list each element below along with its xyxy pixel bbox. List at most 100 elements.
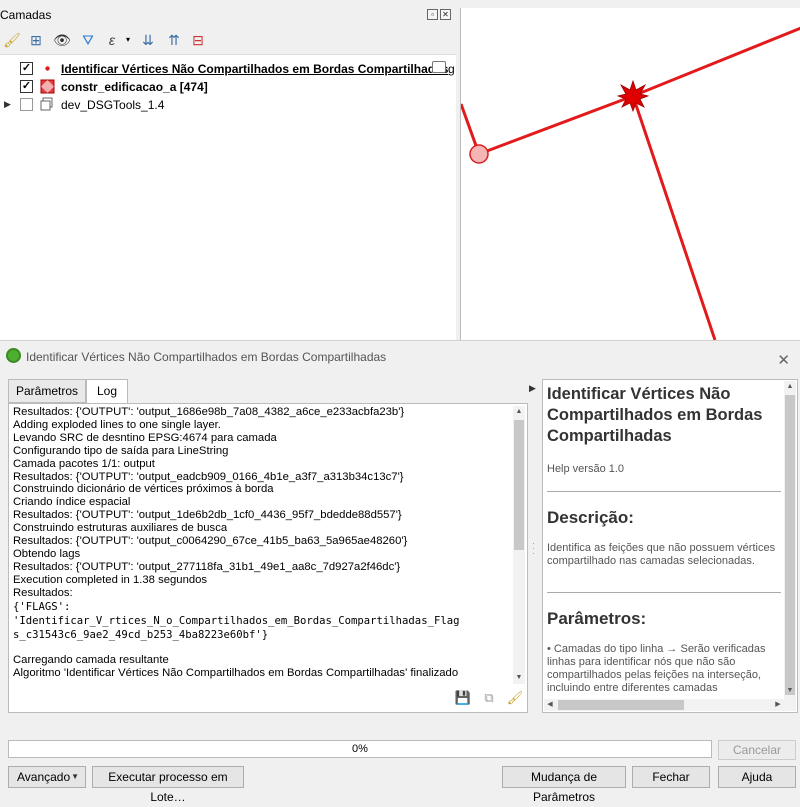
- help-params-text: • Camadas do tipo linha → Serão verifica…: [547, 643, 766, 694]
- dialog-title: Identificar Vértices Não Compartilhados …: [26, 350, 387, 364]
- chevron-right-icon[interactable]: ▶: [4, 99, 11, 110]
- help-version: Help versão 1.0: [547, 463, 625, 475]
- log-line: Resultados: {'OUTPUT': 'output_1686e98b_…: [13, 406, 405, 418]
- splitter-handle[interactable]: · · ·: [532, 539, 538, 558]
- chevron-down-icon: ▼: [71, 772, 79, 781]
- collapse-help-icon[interactable]: ▶: [529, 383, 536, 394]
- close-panel-icon[interactable]: ✕: [440, 9, 451, 20]
- remove-layer-icon[interactable]: ⊟: [188, 30, 208, 50]
- map-line-feature: [478, 94, 634, 156]
- log-line: Algoritmo 'Identificar Vértices Não Comp…: [13, 666, 459, 679]
- log-line: Obtendo lags: [13, 547, 81, 560]
- log-line: Resultados: {'OUTPUT': 'output_eadcb909_…: [13, 470, 404, 483]
- eye-visibility-icon[interactable]: 👁: [52, 30, 72, 50]
- log-line: 'Identificar_V_rtices_N_o_Compartilhados…: [13, 614, 460, 627]
- style-brush-icon[interactable]: 🖌: [2, 30, 22, 50]
- layers-titlebar: Camadas ▫ ✕: [0, 0, 456, 26]
- layers-panel-title: Camadas: [0, 8, 52, 22]
- log-line: Execution completed in 1.38 segundos: [13, 573, 208, 586]
- scroll-thumb: [514, 420, 524, 550]
- change-parameters-button[interactable]: Mudança de Parâmetros: [502, 766, 626, 804]
- log-line: Resultados: {'OUTPUT': 'output_277118fa_…: [13, 560, 401, 573]
- float-panel-icon[interactable]: ▫: [427, 9, 438, 20]
- close-button[interactable]: Fechar: [632, 766, 710, 788]
- layer-checkbox[interactable]: ✓: [20, 80, 33, 93]
- log-text: Resultados: {'OUTPUT': 'output_1686e98b_…: [13, 406, 505, 686]
- log-actions: 💾 ⧉ 🖌: [449, 688, 525, 710]
- advanced-dropdown-button[interactable]: Avançado ▼: [8, 766, 86, 788]
- collapse-all-icon[interactable]: ⇈: [164, 30, 184, 50]
- log-line: Carregando camada resultante: [13, 653, 169, 666]
- map-line-feature: [632, 26, 800, 98]
- scroll-up-icon: ▲: [786, 383, 794, 390]
- layer-name-truncated: g: [448, 62, 455, 76]
- divider: [547, 592, 781, 593]
- log-line: Camada pacotes 1/1: output: [13, 457, 155, 470]
- scroll-down-icon: ▼: [515, 674, 523, 681]
- scroll-left-icon: ◀: [547, 701, 553, 708]
- progress-bar: 0%: [8, 740, 712, 758]
- cancel-button[interactable]: Cancelar: [718, 740, 796, 760]
- flag-star-icon: [616, 79, 650, 113]
- layer-checkbox[interactable]: [20, 98, 33, 111]
- help-title: Identificar Vértices Não Compartilhados …: [547, 385, 763, 445]
- save-log-icon[interactable]: 💾: [453, 688, 473, 708]
- log-line: Adding exploded lines to one single laye…: [13, 418, 221, 431]
- layer-checkbox[interactable]: ✓: [20, 62, 33, 75]
- log-line: Levando SRC de desntino EPSG:4674 para c…: [13, 431, 277, 444]
- help-description: Identifica as feições que não possuem vé…: [547, 542, 776, 567]
- scroll-down-icon: ▼: [786, 687, 794, 694]
- layers-tree: ✓ Identificar Vértices Não Compartilhado…: [0, 54, 456, 340]
- log-line: Resultados: {'OUTPUT': 'output_c0064290_…: [13, 535, 408, 548]
- help-button[interactable]: Ajuda: [718, 766, 796, 788]
- help-scrollbar[interactable]: ▲ ▼: [784, 381, 796, 711]
- scroll-right-icon: ▶: [775, 701, 781, 708]
- map-canvas[interactable]: [459, 8, 800, 341]
- scroll-thumb: [558, 700, 684, 710]
- map-features: [459, 26, 800, 341]
- close-icon[interactable]: ✕: [777, 351, 790, 369]
- tab-parametros[interactable]: Parâmetros: [8, 379, 86, 403]
- scroll-thumb: [785, 395, 795, 695]
- layer-item[interactable]: ✓ Identificar Vértices Não Compartilhado…: [0, 59, 456, 77]
- divider: [547, 491, 781, 492]
- processing-dialog: Identificar Vértices Não Compartilhados …: [0, 340, 800, 804]
- dialog-titlebar: Identificar Vértices Não Compartilhados …: [6, 345, 796, 369]
- layers-toolbar: 🖌 ⊞ 👁 ⛛ ε ▾ ⇊ ⇈ ⊟: [0, 30, 456, 52]
- log-scrollbar[interactable]: ▲ ▼: [513, 406, 525, 684]
- scroll-up-icon: ▲: [515, 408, 523, 415]
- log-line: s_c31543c6_9ae2_49cd_b253_4ba8223e60bf'}: [13, 628, 269, 641]
- layer-name: constr_edificacao_a [474]: [61, 80, 208, 94]
- log-line: Construindo dicionário de vértices próxi…: [13, 483, 274, 496]
- filter-icon[interactable]: ⛛: [78, 30, 98, 50]
- advanced-label: Avançado: [17, 770, 71, 784]
- help-hscrollbar[interactable]: ◀ ▶: [544, 699, 784, 711]
- dialog-tabs: Parâmetros Log: [8, 379, 528, 404]
- help-description-heading: Descrição:: [547, 508, 634, 527]
- polygon-layer-icon: [40, 79, 55, 94]
- group-icon: [40, 97, 55, 112]
- map-line-feature: [631, 95, 717, 341]
- log-line: Construindo estruturas auxiliares de bus…: [13, 522, 228, 535]
- expand-all-icon[interactable]: ⇊: [138, 30, 158, 50]
- add-group-icon[interactable]: ⊞: [26, 30, 46, 50]
- clear-log-brush-icon[interactable]: 🖌: [505, 688, 525, 708]
- log-line: Resultados: {'OUTPUT': 'output_1de6b2db_…: [13, 509, 402, 522]
- tab-log[interactable]: Log: [86, 379, 128, 404]
- layers-panel: Camadas ▫ ✕ 🖌 ⊞ 👁 ⛛ ε ▾ ⇊ ⇈ ⊟ ✓ Identifi…: [0, 0, 456, 340]
- qgis-logo-icon: [6, 348, 21, 363]
- point-layer-icon: [40, 61, 55, 76]
- layer-item[interactable]: ✓ constr_edificacao_a [474]: [0, 77, 456, 95]
- layer-item[interactable]: ▶ dev_DSGTools_1.4: [0, 95, 456, 113]
- chevron-down-icon[interactable]: ▾: [118, 30, 138, 50]
- embedded-icon: [432, 61, 446, 73]
- batch-process-button[interactable]: Executar processo em Lote…: [92, 766, 244, 804]
- log-panel[interactable]: Resultados: {'OUTPUT': 'output_1686e98b_…: [8, 403, 528, 713]
- log-line: {'FLAGS':: [13, 600, 71, 613]
- help-panel: Identificar Vértices Não Compartilhados …: [542, 379, 798, 713]
- layer-name: dev_DSGTools_1.4: [61, 98, 165, 112]
- log-line: Resultados:: [13, 586, 73, 599]
- copy-log-icon[interactable]: ⧉: [479, 688, 499, 708]
- help-params-heading: Parâmetros:: [547, 609, 647, 628]
